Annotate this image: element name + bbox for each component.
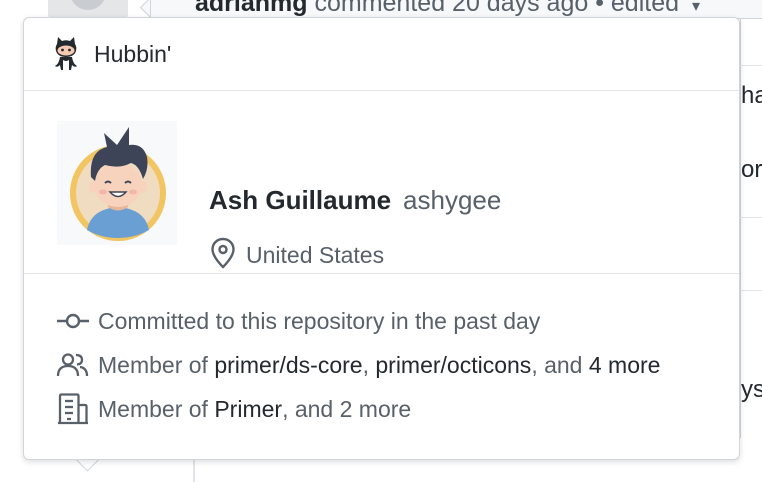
people-icon	[56, 350, 90, 380]
teams-prefix: Member of	[98, 351, 215, 378]
hovercard-header: Hubbin'	[24, 18, 739, 91]
user-location: United States	[210, 237, 384, 274]
org-link-primer[interactable]: Primer	[214, 396, 282, 423]
teams-separator: ,	[362, 351, 376, 378]
team-link-octicons[interactable]: primer/octicons	[375, 352, 531, 379]
comment-text-peek: or	[741, 156, 762, 183]
comment-author-avatar[interactable]	[48, 0, 128, 18]
octocat-icon	[51, 36, 81, 72]
comment-author-link[interactable]: adrianmg	[195, 0, 308, 17]
hovercard-context: Committed to this repository in the past…	[56, 299, 660, 431]
location-icon	[210, 237, 236, 274]
location-text: United States	[246, 242, 385, 268]
hovercard-profile: Ash Guillaume ashygee United States	[24, 91, 739, 274]
comment-divider	[740, 217, 762, 218]
teams-and: , and	[531, 351, 589, 378]
org-prefix: Member of	[98, 395, 215, 422]
more-teams-link[interactable]: 4 more	[589, 352, 661, 379]
user-name-line: Ash Guillaume ashygee	[209, 185, 501, 216]
org-suffix: , and 2 more	[282, 395, 412, 422]
context-teams: Member of primer/ds-core, primer/octicon…	[56, 343, 660, 387]
context-org: Member of Primer, and 2 more	[56, 387, 660, 431]
user-hovercard: Hubbin' Ash Guillaume ashygee United Sta…	[23, 17, 740, 460]
user-login[interactable]: ashygee	[403, 185, 501, 215]
context-committed: Committed to this repository in the past…	[56, 299, 660, 343]
comment-text-peek: ha	[741, 82, 762, 109]
edit-history-caret[interactable]: ▾	[692, 0, 700, 15]
team-link-ds-core[interactable]: primer/ds-core	[214, 352, 362, 379]
comment-body-frame	[740, 18, 762, 438]
committed-text: Committed to this repository in the past…	[98, 307, 541, 334]
comment-divider	[740, 290, 762, 291]
user-full-name[interactable]: Ash Guillaume	[209, 185, 391, 215]
comment-divider	[740, 65, 762, 66]
app-name: Hubbin'	[94, 40, 172, 67]
organization-icon	[56, 393, 90, 425]
git-commit-icon	[56, 306, 90, 336]
comment-meta: commented 20 days ago • edited	[307, 0, 680, 17]
comment-text-peek: ys	[741, 376, 762, 403]
user-avatar[interactable]	[57, 121, 177, 245]
